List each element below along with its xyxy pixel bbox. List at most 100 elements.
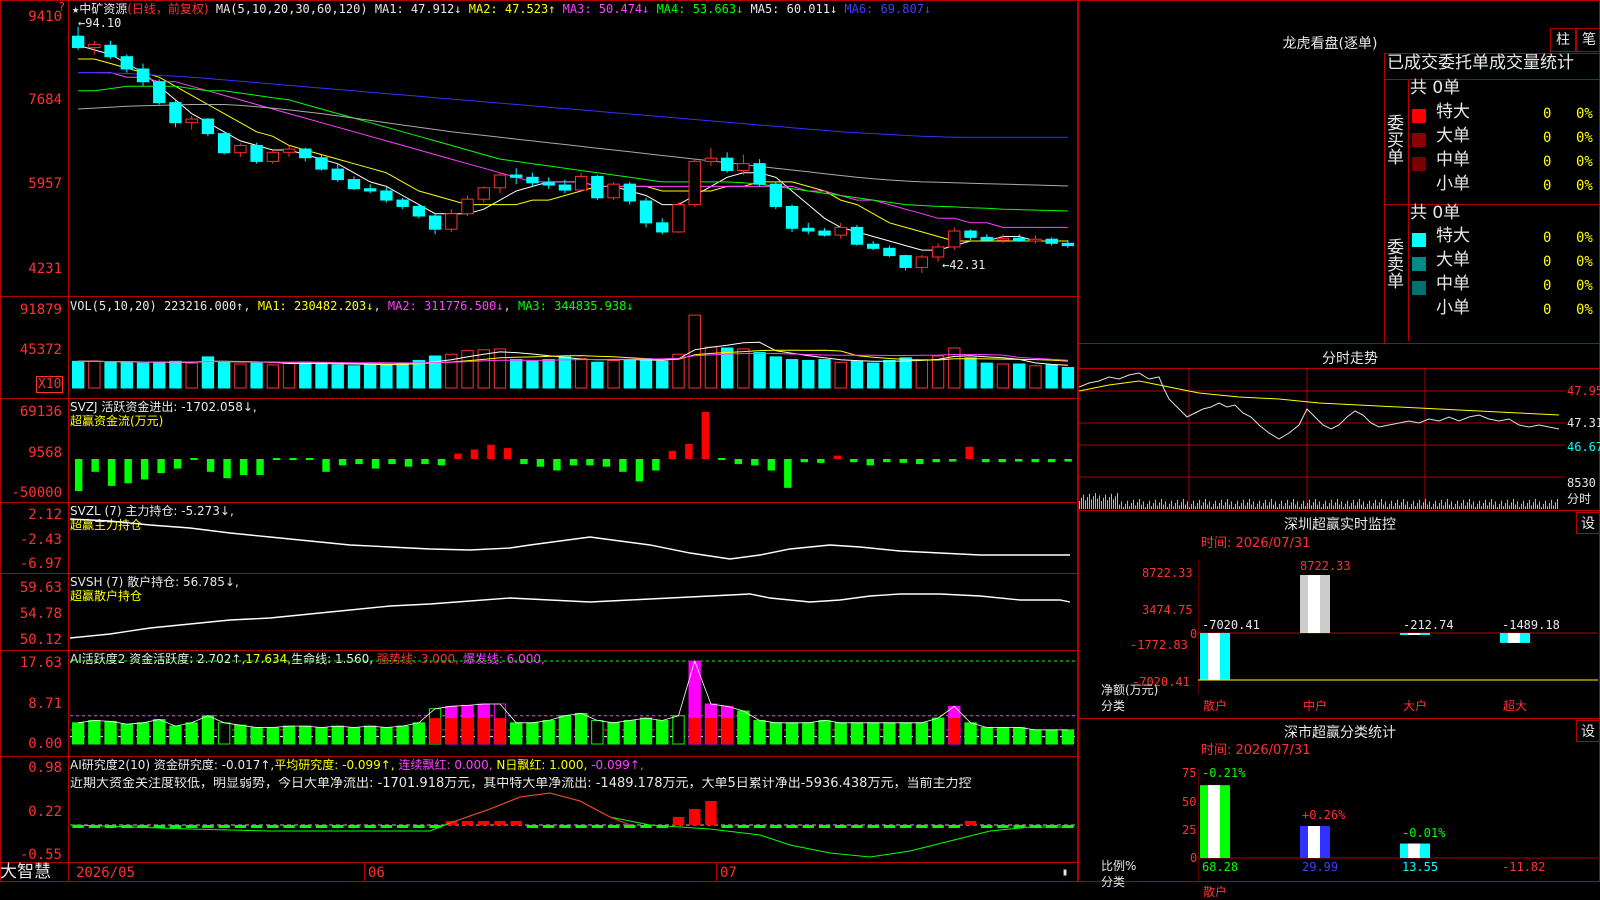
candle-body bbox=[1045, 238, 1058, 244]
intraday-volume-bar bbox=[1235, 503, 1236, 509]
intraday-volume-bar bbox=[1515, 504, 1516, 509]
intraday-volume-bar bbox=[1141, 504, 1142, 509]
intraday-volume-bar bbox=[1309, 499, 1310, 509]
ai2-bar bbox=[413, 825, 425, 828]
intraday-volume-bar bbox=[1339, 504, 1340, 509]
sz-tick: 0 bbox=[1190, 627, 1198, 641]
intraday-chart[interactable] bbox=[1079, 369, 1565, 509]
candle-body bbox=[769, 183, 783, 207]
candle-body bbox=[802, 227, 815, 232]
flow-bar bbox=[965, 446, 973, 459]
ai2-bar bbox=[591, 825, 604, 828]
buy-total: 共 0单 bbox=[1410, 78, 1461, 98]
candle-body bbox=[964, 230, 977, 238]
order-row-pct: 0% bbox=[1576, 130, 1593, 146]
intraday-volume-bar bbox=[1169, 503, 1170, 509]
bar-mode-button[interactable]: 柱 bbox=[1550, 28, 1576, 52]
volume-chart[interactable] bbox=[70, 297, 1076, 398]
buy-side-label: 委买单 bbox=[1387, 114, 1404, 168]
volume-bar bbox=[250, 362, 263, 389]
candle-body bbox=[931, 246, 945, 258]
sz-ylabel: 净额(万元) bbox=[1101, 683, 1159, 697]
candlestick-chart[interactable] bbox=[70, 0, 1076, 296]
volume-bar bbox=[591, 361, 604, 389]
sz-settings-button[interactable]: 设 bbox=[1576, 512, 1600, 534]
candle-body bbox=[136, 68, 150, 83]
ai1-tick: 8.71 bbox=[28, 696, 62, 712]
sz-time: 时间: 2026/07/31 bbox=[1201, 536, 1311, 551]
volume-bar bbox=[217, 361, 231, 389]
volume-bar bbox=[396, 362, 409, 389]
intraday-volume-bar bbox=[1105, 494, 1106, 509]
flow-bar bbox=[718, 458, 726, 460]
ai-research-chart[interactable] bbox=[70, 757, 1076, 862]
intraday-volume-bar bbox=[1435, 500, 1436, 509]
main-holding-chart[interactable] bbox=[70, 503, 1076, 573]
intraday-volume-bar bbox=[1349, 506, 1350, 509]
ai2-bar bbox=[770, 825, 782, 828]
intraday-volume-bar bbox=[1533, 502, 1534, 509]
fund-flow-chart[interactable] bbox=[70, 399, 1076, 502]
volume-bar bbox=[834, 361, 847, 389]
intraday-volume-bar bbox=[1249, 499, 1250, 509]
ai2-bar bbox=[299, 825, 311, 828]
flow-bar bbox=[833, 455, 841, 459]
flow-bar bbox=[850, 459, 858, 463]
intraday-volume-bar bbox=[1443, 505, 1444, 509]
ai2-bar bbox=[283, 825, 295, 828]
intraday-volume-bar bbox=[1109, 497, 1110, 509]
order-color-swatch bbox=[1412, 281, 1426, 295]
volume-bar bbox=[980, 362, 993, 389]
intraday-volume-bar bbox=[1113, 499, 1114, 509]
intraday-volume-bar bbox=[1237, 500, 1238, 509]
tick-mode-button[interactable]: 笔 bbox=[1576, 28, 1600, 52]
lock-icon[interactable]: ▮ bbox=[1062, 866, 1068, 880]
price-tick: 5957 bbox=[28, 176, 62, 192]
ai1-bar bbox=[1013, 727, 1026, 745]
ai1-bar bbox=[250, 727, 263, 745]
flow-bar bbox=[949, 459, 957, 462]
volume-bar bbox=[347, 365, 361, 389]
candle-body bbox=[315, 157, 328, 170]
intraday-volume-bar bbox=[1091, 499, 1092, 509]
svzj-tick: 69136 bbox=[19, 404, 62, 420]
intraday-volume-bar bbox=[1111, 493, 1112, 509]
intraday-volume-bar bbox=[1223, 505, 1224, 509]
vol-unit-badge[interactable]: X10 bbox=[36, 376, 64, 393]
ai1-bar bbox=[347, 727, 361, 745]
order-row-pct: 0% bbox=[1576, 302, 1593, 318]
sz-value: -1489.18 bbox=[1502, 618, 1560, 632]
intraday-volume-bar bbox=[1523, 500, 1524, 509]
ai2-tick: 0.98 bbox=[28, 760, 62, 776]
ai1-bar bbox=[607, 722, 620, 745]
ai1-bar bbox=[802, 722, 815, 745]
sz-xlabel: 分类 bbox=[1101, 699, 1126, 713]
corner-mark: ? bbox=[58, 0, 66, 14]
intraday-volume-bar bbox=[1429, 501, 1430, 509]
svzl-tick: -2.43 bbox=[19, 532, 62, 548]
intraday-volume-bar bbox=[1399, 505, 1400, 509]
volume-bar bbox=[380, 364, 393, 389]
flow-bar bbox=[223, 459, 231, 479]
svsh-tick: 54.78 bbox=[19, 606, 62, 622]
retail-holding-chart[interactable] bbox=[70, 574, 1076, 650]
fl-settings-button[interactable]: 设 bbox=[1576, 720, 1600, 742]
ai2-bar bbox=[786, 825, 798, 828]
trade-stats-header: 已成交委托单成交量统计 bbox=[1387, 53, 1574, 73]
intraday-volume-bar bbox=[1267, 505, 1268, 509]
ai1-bar bbox=[169, 725, 182, 745]
intraday-volume-bar bbox=[1465, 505, 1466, 509]
ai1-bar bbox=[1061, 729, 1075, 745]
intraday-volume-bar bbox=[1483, 503, 1484, 509]
intraday-volume-bar bbox=[1369, 500, 1370, 509]
volume-bar bbox=[558, 356, 572, 389]
candle-body bbox=[883, 247, 896, 257]
intraday-volume-bar bbox=[1239, 506, 1240, 509]
flow-bar bbox=[916, 459, 924, 465]
ai-activity-chart[interactable] bbox=[70, 651, 1076, 756]
ai2-bar bbox=[672, 817, 685, 825]
ai2-bar bbox=[461, 821, 474, 825]
intraday-volume-bar bbox=[1325, 500, 1326, 509]
ai1-bar bbox=[964, 722, 977, 745]
intraday-volume-bar bbox=[1379, 502, 1380, 509]
